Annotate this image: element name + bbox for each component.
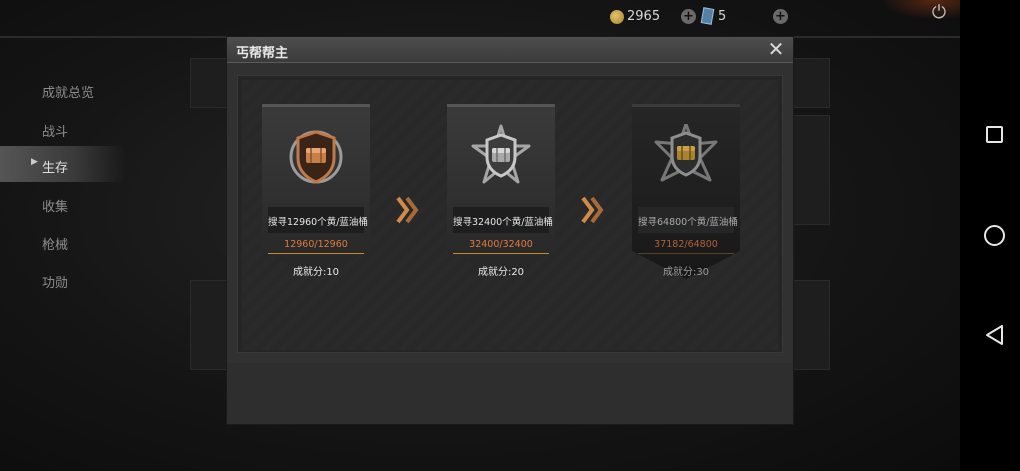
tier-top-line (262, 104, 370, 107)
add-cards-button[interactable]: + (773, 9, 788, 24)
menu-item-firearms[interactable]: 枪械 (42, 234, 68, 253)
menu-item-combat[interactable]: 战斗 (42, 121, 68, 140)
gold-medal-icon (654, 124, 718, 182)
tier-progress: 32400/32400 (469, 239, 533, 250)
tier-desc-box: 搜寻64800个黄/蓝油桶 (638, 207, 738, 233)
power-icon[interactable]: ⏻ (929, 2, 949, 24)
add-coins-button[interactable]: + (681, 9, 696, 24)
tier-desc-box: 搜寻32400个黄/蓝油桶 (453, 207, 553, 233)
chevron-right-icon (396, 196, 419, 224)
tier-description: 搜寻64800个黄/蓝油桶 (638, 217, 738, 228)
tier-card-bronze: 搜寻12960个黄/蓝油桶 12960/12960 成就分:10 (262, 104, 370, 294)
tier-points: 成就分:30 (662, 267, 710, 278)
tier-desc-box: 搜寻12960个黄/蓝油桶 (268, 207, 368, 233)
tier-divider (638, 253, 734, 254)
top-bar: 2965 + 5 + ⏻ (0, 0, 990, 36)
tier-description: 搜寻12960个黄/蓝油桶 (268, 217, 368, 228)
tier-divider (268, 253, 364, 254)
menu-item-merit[interactable]: 功勋 (42, 272, 68, 291)
achievement-modal: 丐帮帮主 ✕ 搜寻12960个黄/蓝油桶 12960/12960 成就分:10 (227, 37, 793, 424)
modal-title-bar: 丐帮帮主 ✕ (227, 37, 793, 63)
modal-title: 丐帮帮主 (236, 46, 289, 61)
tier-progress: 37182/64800 (654, 239, 718, 250)
menu-item-collection[interactable]: 收集 (42, 196, 68, 215)
modal-footer (227, 363, 793, 424)
tier-top-line (632, 104, 740, 107)
menu-active-arrow-icon: ▶ (31, 157, 38, 167)
tier-description: 搜寻32400个黄/蓝油桶 (453, 217, 553, 228)
tier-top-line (447, 104, 555, 107)
card-count: 5 (718, 9, 727, 24)
close-icon[interactable]: ✕ (765, 37, 787, 61)
tier-points: 成就分:10 (292, 267, 340, 278)
back-button[interactable] (985, 324, 1005, 346)
bronze-medal-icon (289, 130, 343, 184)
tier-card-silver: 搜寻32400个黄/蓝油桶 32400/32400 成就分:20 (447, 104, 555, 294)
tier-card-gold: 搜寻64800个黄/蓝油桶 37182/64800 成就分:30 (632, 104, 740, 294)
tier-divider (453, 253, 549, 254)
menu-item-survival[interactable]: 生存 (42, 157, 68, 176)
home-button[interactable] (984, 225, 1005, 246)
tier-points: 成就分:20 (477, 267, 525, 278)
coin-count: 2965 (627, 9, 661, 24)
card-icon (700, 7, 715, 25)
recent-apps-button[interactable] (986, 126, 1003, 143)
chevron-right-icon (581, 196, 604, 224)
menu-item-overview[interactable]: 成就总览 (42, 82, 94, 101)
tier-progress: 12960/12960 (284, 239, 348, 250)
silver-medal-icon (471, 124, 531, 184)
coin-icon (610, 10, 624, 24)
